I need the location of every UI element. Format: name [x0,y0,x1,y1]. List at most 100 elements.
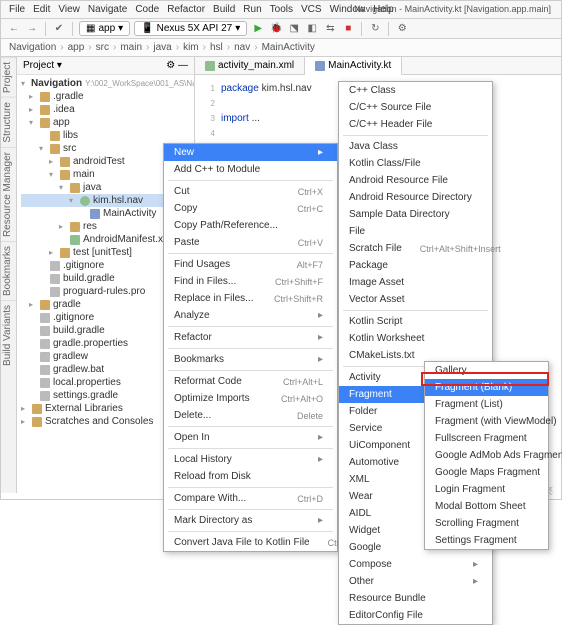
breadcrumb-item[interactable]: nav [234,42,250,53]
breadcrumb-item[interactable]: hsl [210,42,223,53]
menu-item[interactable]: Settings Fragment [425,532,548,549]
menu-item[interactable]: Package [339,257,492,274]
menu-code[interactable]: Code [135,4,159,15]
menu-item[interactable]: CopyCtrl+C [164,200,337,217]
tree-node[interactable]: ▾app [21,116,190,129]
menu-item[interactable]: EditorConfig File [339,607,492,624]
menu-item[interactable]: Vector Asset [339,291,492,308]
rail-structure[interactable]: Structure [1,97,16,147]
editor-tab[interactable]: activity_main.xml [195,57,305,74]
breadcrumb-item[interactable]: app [68,42,85,53]
menu-item[interactable]: Mark Directory as▸ [164,512,337,529]
menu-item[interactable]: Fullscreen Fragment [425,430,548,447]
menu-item[interactable]: Analyze▸ [164,307,337,324]
menu-item[interactable]: Delete...Delete [164,407,337,424]
menu-item[interactable]: File [339,223,492,240]
menu-item[interactable]: Gallery... [425,362,548,379]
menu-item[interactable]: CutCtrl+X [164,183,337,200]
device-combo[interactable]: 📱Nexus 5X API 27▾ [134,21,247,36]
run-icon[interactable]: ▶ [251,22,265,36]
menu-item[interactable]: Kotlin Worksheet [339,330,492,347]
menu-item[interactable]: Android Resource Directory [339,189,492,206]
breadcrumb-item[interactable]: java [153,42,171,53]
tool-window-gear-icon[interactable]: ⚙ — [166,60,188,71]
check-icon[interactable]: ✔ [52,22,66,36]
menu-run[interactable]: Run [243,4,261,15]
menu-item[interactable]: Other▸ [339,573,492,590]
menu-item[interactable]: Find UsagesAlt+F7 [164,256,337,273]
menu-item[interactable]: Java Class [339,138,492,155]
menu-item[interactable]: Modal Bottom Sheet [425,498,548,515]
tree-node[interactable]: ▸.gradle [21,90,190,103]
menu-item[interactable]: Open In▸ [164,429,337,446]
rail-build-variants[interactable]: Build Variants [1,300,16,370]
context-menu-fragment[interactable]: Gallery...Fragment (Blank)Fragment (List… [424,361,549,550]
menu-item[interactable]: Refactor▸ [164,329,337,346]
menu-tools[interactable]: Tools [270,4,293,15]
menu-item[interactable]: Login Fragment [425,481,548,498]
menu-navigate[interactable]: Navigate [88,4,127,15]
project-view-selector[interactable]: Project ▾ [23,60,62,71]
menu-item[interactable]: Compare With...Ctrl+D [164,490,337,507]
debug-icon[interactable]: 🐞 [269,22,283,36]
avd-icon[interactable]: ⚙ [395,22,409,36]
menu-item[interactable]: Bookmarks▸ [164,351,337,368]
run-config-combo[interactable]: ▦app▾ [79,21,130,36]
menu-item[interactable]: Copy Path/Reference... [164,217,337,234]
menu-build[interactable]: Build [213,4,235,15]
menu-item[interactable]: Resource Bundle [339,590,492,607]
menu-item[interactable]: Compose▸ [339,556,492,573]
attach-icon[interactable]: ⇆ [323,22,337,36]
rail-project[interactable]: Project [1,57,16,97]
menu-item[interactable]: Google AdMob Ads Fragment [425,447,548,464]
coverage-icon[interactable]: ⬔ [287,22,301,36]
menu-item[interactable]: Google Maps Fragment [425,464,548,481]
menu-item[interactable]: Find in Files...Ctrl+Shift+F [164,273,337,290]
menu-edit[interactable]: Edit [33,4,50,15]
menu-item[interactable]: C++ Class [339,82,492,99]
menu-item[interactable]: Local History▸ [164,451,337,468]
menu-item[interactable]: Replace in Files...Ctrl+Shift+R [164,290,337,307]
menu-refactor[interactable]: Refactor [167,4,205,15]
menu-file[interactable]: File [9,4,25,15]
rail-resource-manager[interactable]: Resource Manager [1,147,16,241]
menu-view[interactable]: View [58,4,80,15]
breadcrumb-item[interactable]: Navigation [9,42,56,53]
menu-item[interactable]: Kotlin Script [339,313,492,330]
menu-item[interactable]: Fragment (List) [425,396,548,413]
menu-item[interactable]: Optimize ImportsCtrl+Alt+O [164,390,337,407]
menu-item[interactable]: Fragment (with ViewModel) [425,413,548,430]
breadcrumb-item[interactable]: MainActivity [262,42,315,53]
menu-item[interactable]: Reformat CodeCtrl+Alt+L [164,373,337,390]
stop-icon[interactable]: ■ [341,22,355,36]
back-icon[interactable]: ← [7,22,21,36]
menu-vcs[interactable]: VCS [301,4,322,15]
context-menu-1[interactable]: New▸Add C++ to Module CutCtrl+XCopyCtrl+C… [163,143,338,552]
profile-icon[interactable]: ◧ [305,22,319,36]
menu-item[interactable]: PasteCtrl+V [164,234,337,251]
rail-bookmarks[interactable]: Bookmarks [1,241,16,300]
tree-node[interactable]: libs [21,129,190,142]
menu-item[interactable]: Scratch FileCtrl+Alt+Shift+Insert [339,240,492,257]
menu-item[interactable]: Convert Java File to Kotlin FileCtrl+Alt… [164,534,337,551]
editor-tab[interactable]: MainActivity.kt [305,57,402,75]
breadcrumb-item[interactable]: kim [183,42,199,53]
menu-item[interactable]: Android Resource File [339,172,492,189]
menu-item[interactable]: C/C++ Header File [339,116,492,133]
sync-icon[interactable]: ↻ [368,22,382,36]
menu-item[interactable]: Kotlin Class/File [339,155,492,172]
window-title: Navigation - MainActivity.kt [Navigation… [354,4,551,14]
menu-item[interactable]: C/C++ Source File [339,99,492,116]
tree-node[interactable]: ▸.idea [21,103,190,116]
menu-item[interactable]: Image Asset [339,274,492,291]
left-tool-rails: ProjectStructureResource ManagerBookmark… [1,57,17,493]
forward-icon[interactable]: → [25,22,39,36]
menu-item[interactable]: Add C++ to Module [164,161,337,178]
breadcrumb-item[interactable]: main [120,42,142,53]
menu-item[interactable]: Scrolling Fragment [425,515,548,532]
menu-item[interactable]: Sample Data Directory [339,206,492,223]
menu-item[interactable]: New▸ [164,144,337,161]
breadcrumb-item[interactable]: src [96,42,109,53]
menu-item[interactable]: Reload from Disk [164,468,337,485]
menu-item[interactable]: Fragment (Blank) [425,379,548,396]
